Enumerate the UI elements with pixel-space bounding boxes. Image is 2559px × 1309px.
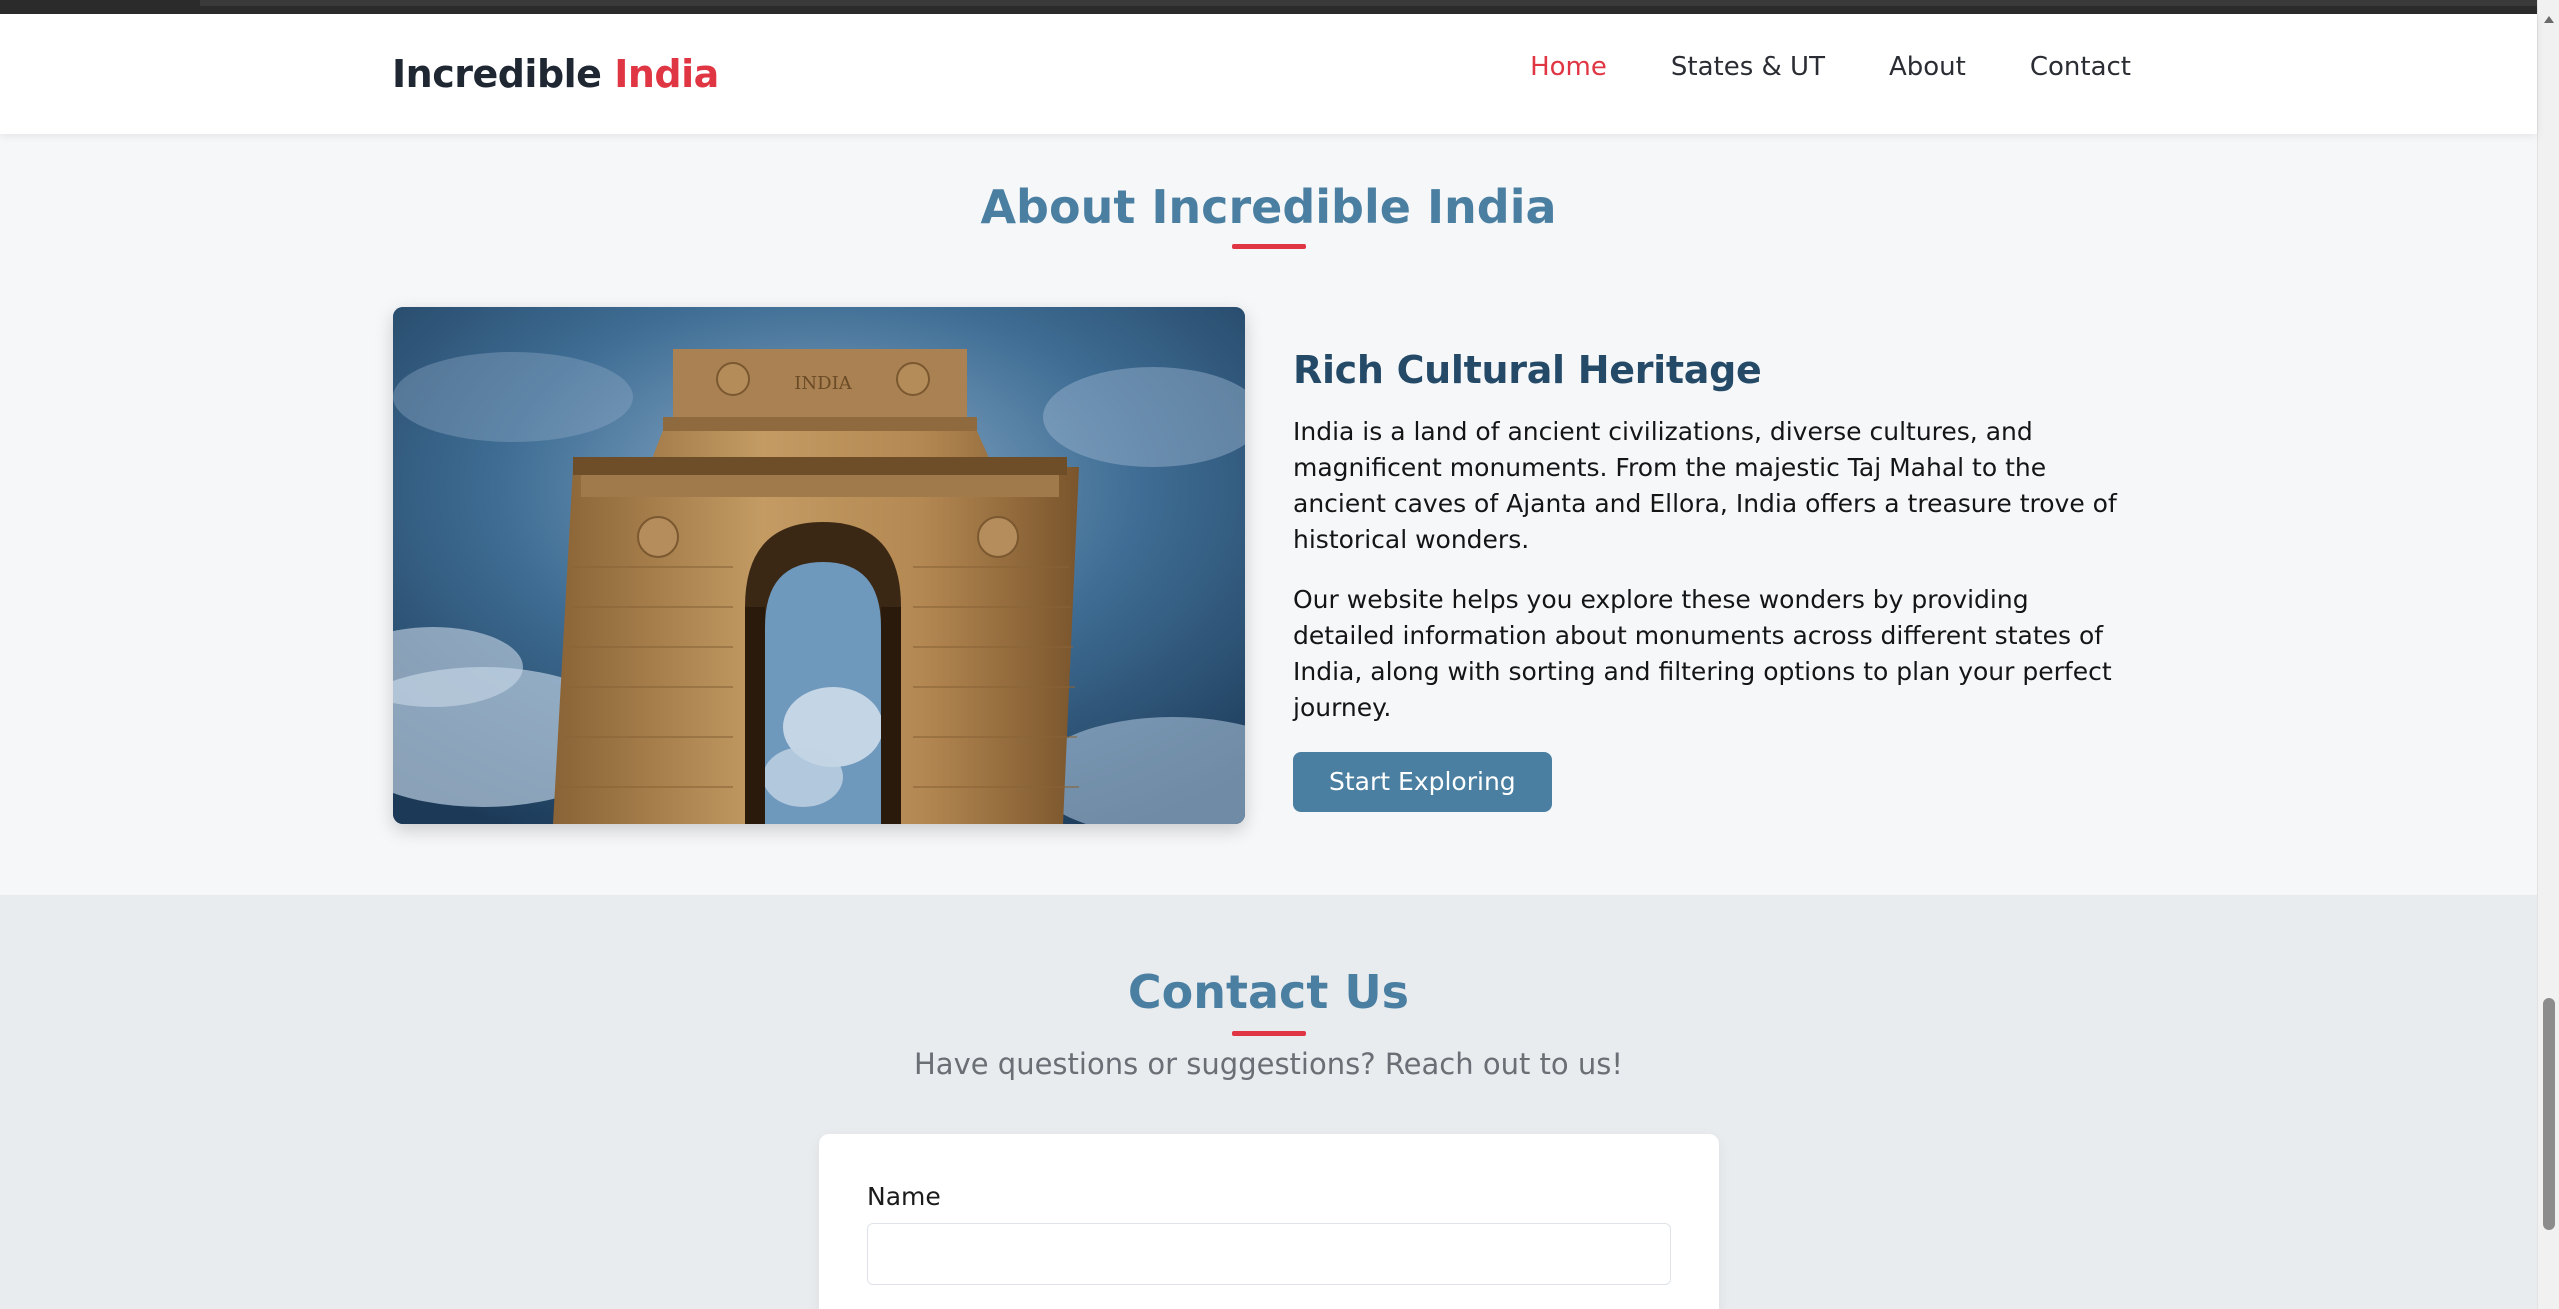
about-paragraph-1: India is a land of ancient civilizations… [1293,417,2117,554]
scrollbar-thumb[interactable] [2543,998,2555,1230]
india-gate-image: INDIA [393,307,1245,824]
about-heading: Rich Cultural Heritage [1293,348,1762,392]
browser-top-strip [0,0,2559,14]
contact-form: Name [819,1134,1719,1309]
india-gate-illustration: INDIA [393,307,1245,824]
contact-title-underline [1232,1031,1306,1036]
nav-contact[interactable]: Contact [2030,52,2131,82]
page-scrollbar[interactable] [2537,0,2559,1309]
about-text-block: Rich Cultural Heritage India is a land o… [1293,348,2138,812]
contact-subtitle: Have questions or suggestions? Reach out… [914,1047,1623,1081]
navbar: Incredible India Home States & UT About … [0,14,2537,134]
nav-about[interactable]: About [1889,52,1966,82]
contact-title: Contact Us [1127,965,1410,1019]
about-title: About Incredible India [980,180,1557,234]
about-section: About Incredible India INDIA Rich Cultur… [0,134,2537,895]
start-exploring-button[interactable]: Start Exploring [1293,752,1552,812]
name-label: Name [867,1182,941,1211]
nav-states-ut[interactable]: States & UT [1671,52,1825,82]
name-input[interactable] [867,1223,1671,1285]
contact-section: Contact Us Have questions or suggestions… [0,895,2537,1309]
about-paragraph-2: Our website helps you explore these wond… [1293,585,2112,722]
brand-main: Incredible [392,52,602,96]
scroll-up-arrow-icon[interactable] [2544,16,2554,23]
nav-home[interactable]: Home [1530,52,1607,82]
brand-logo[interactable]: Incredible India [392,52,719,96]
gate-inscription: INDIA [794,373,852,394]
brand-accent: India [614,52,719,96]
browser-tab-line [200,0,2540,6]
main-nav: Home States & UT About Contact [1466,52,2131,82]
about-title-underline [1232,244,1306,249]
